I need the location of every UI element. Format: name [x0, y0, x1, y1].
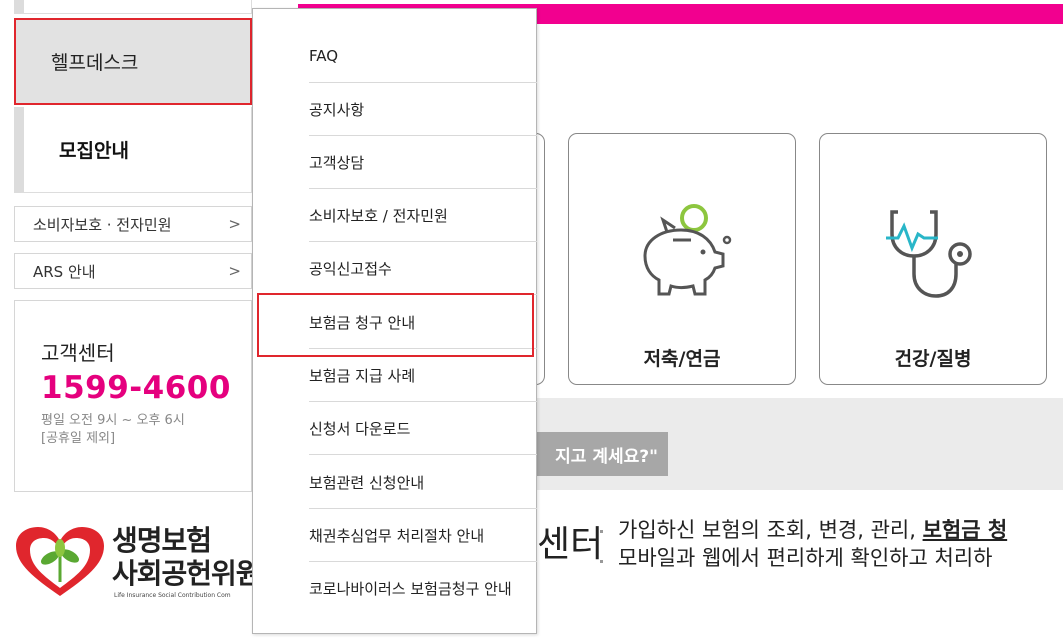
sidebar-top-item[interactable]	[14, 0, 252, 14]
customer-center-phone: 1599-4600	[41, 370, 231, 406]
chevron-right-icon: >	[228, 262, 241, 280]
bullet-dot	[600, 560, 603, 563]
logo-line1: 생명보험	[112, 524, 212, 557]
link-label: 소비자보호 · 전자민원	[33, 215, 172, 234]
sidebar-item-helpdesk[interactable]: 헬프데스크	[14, 18, 252, 105]
menu-item-consumer-protection[interactable]: 소비자보호 / 전자민원	[309, 189, 537, 242]
menu-item-claim-guide[interactable]: 보험금 청구 안내	[309, 296, 537, 349]
question-button[interactable]: 지고 계세요?"	[537, 432, 668, 476]
heart-leaf-logo-icon	[16, 527, 104, 596]
sidebar-item-recruit[interactable]: 모집안내	[14, 107, 252, 193]
menu-item-payment-cases[interactable]: 보험금 지급 사례	[309, 349, 537, 402]
holiday-note: [공휴일 제외]	[41, 431, 116, 446]
menu-item-notice[interactable]: 공지사항	[309, 83, 537, 136]
menu-item-debt-collection[interactable]: 채권추심업무 처리절차 안내	[309, 509, 537, 562]
piggy-bank-icon	[643, 204, 732, 296]
health-disease-card[interactable]: 건강/질병	[819, 133, 1047, 385]
service-description: 가입하신 보험의 조회, 변경, 관리, 보험금 청 모바일과 웹에서 편리하게…	[618, 516, 1063, 572]
helpdesk-dropdown-menu: FAQ 공지사항 고객상담 소비자보호 / 전자민원 공익신고접수 보험금 청구…	[252, 8, 537, 634]
stethoscope-icon	[886, 210, 972, 298]
menu-item-covid-claim[interactable]: 코로나바이러스 보험금청구 안내	[309, 562, 537, 615]
menu-item-whistleblower[interactable]: 공익신고접수	[309, 242, 537, 295]
organization-logo[interactable]: 생명보험 사회공헌위원 Life Insurance Social Contri…	[14, 522, 254, 606]
sidebar-item-label: 모집안내	[59, 140, 129, 162]
business-hours: 평일 오전 9시 ~ 오후 6시	[41, 413, 185, 428]
customer-center-title: 고객센터	[41, 341, 115, 365]
logo-line2: 사회공헌위원	[112, 557, 254, 590]
link-label: ARS 안내	[33, 262, 96, 281]
customer-center-hours: 평일 오전 9시 ~ 오후 6시 [공휴일 제외]	[41, 412, 251, 448]
card-label: 저축/연금	[643, 348, 721, 370]
description-line2: 모바일과 웹에서 편리하게 확인하고 처리하	[618, 546, 993, 570]
logo-text: 생명보험 사회공헌위원	[112, 524, 254, 590]
sidebar-item-label: 헬프데스크	[51, 52, 139, 74]
description-bold: 보험금 청	[922, 518, 1008, 542]
logo-subtitle: Life Insurance Social Contribution Com	[114, 592, 231, 599]
customer-center-box: 고객센터 1599-4600 평일 오전 9시 ~ 오후 6시 [공휴일 제외]	[14, 300, 252, 492]
ars-guide-link[interactable]: ARS 안내 >	[14, 253, 252, 289]
bullet-dot	[600, 530, 603, 533]
service-center-heading: 센터	[537, 524, 604, 565]
menu-item-consultation[interactable]: 고객상담	[309, 136, 537, 189]
menu-item-application-guide[interactable]: 보험관련 신청안내	[309, 456, 537, 509]
savings-pension-card[interactable]: 저축/연금	[568, 133, 796, 385]
card-label: 건강/질병	[894, 348, 972, 370]
chevron-right-icon: >	[228, 215, 241, 233]
menu-item-faq[interactable]: FAQ	[309, 30, 537, 83]
description-line1: 가입하신 보험의 조회, 변경, 관리,	[618, 518, 923, 542]
menu-item-form-download[interactable]: 신청서 다운로드	[309, 402, 537, 455]
consumer-protection-link[interactable]: 소비자보호 · 전자민원 >	[14, 206, 252, 242]
